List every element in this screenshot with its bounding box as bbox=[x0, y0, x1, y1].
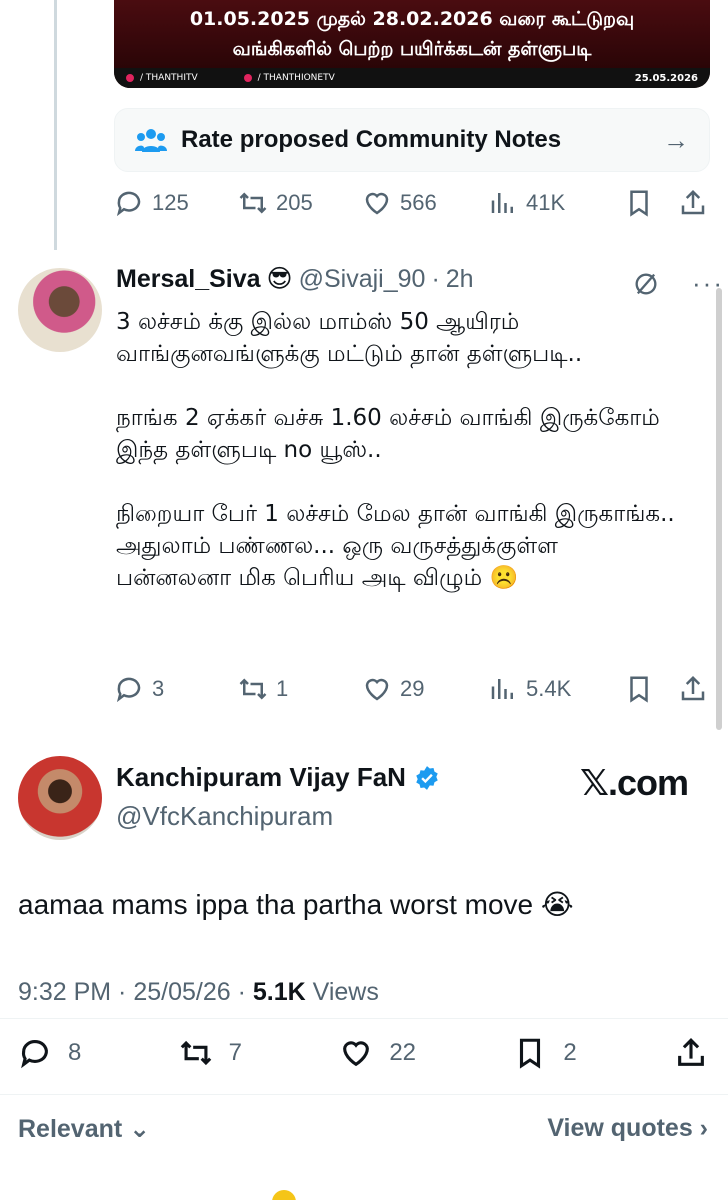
repost-count: 205 bbox=[276, 190, 313, 215]
reply-icon bbox=[116, 191, 141, 217]
main-author-handle[interactable]: @VfcKanchipuram bbox=[116, 801, 440, 832]
reply-sort-row: Relevant ⌄ View quotes › bbox=[18, 1114, 708, 1144]
like-button[interactable]: 566 bbox=[362, 188, 488, 218]
main-action-bar: 8 7 22 2 bbox=[18, 1036, 708, 1070]
reply-text: 3 லச்சம் க்கு இல்ல மாம்ஸ் 50 ஆயிரம் வாங்… bbox=[116, 309, 675, 591]
reply-top-icons: ··· bbox=[632, 268, 724, 299]
divider bbox=[0, 1018, 728, 1019]
divider bbox=[0, 1094, 728, 1095]
share-icon bbox=[678, 1038, 704, 1066]
tweet-time[interactable]: 9:32 PM · 25/05/26 · bbox=[18, 978, 253, 1006]
tweet-meta: 9:32 PM · 25/05/26 · 5.1K Views bbox=[18, 978, 379, 1007]
footer-handle-mid: / THANTHIONETV bbox=[257, 73, 335, 83]
reply-button[interactable]: 8 bbox=[18, 1036, 81, 1070]
heart-icon bbox=[365, 678, 389, 701]
like-count: 566 bbox=[400, 190, 437, 215]
views-icon bbox=[491, 679, 513, 699]
repost-button[interactable]: 7 bbox=[179, 1036, 242, 1070]
share-button[interactable] bbox=[678, 188, 708, 218]
x-watermark: 𝕏.com bbox=[580, 762, 689, 803]
quoted-action-bar: 125 205 566 41K bbox=[114, 188, 710, 218]
news-image[interactable]: 01.05.2025 முதல் 28.02.2026 வரை கூட்டுறவ… bbox=[114, 0, 710, 88]
reply-author-name[interactable]: Mersal_Siva bbox=[116, 265, 261, 294]
views-icon bbox=[491, 193, 513, 213]
thread-connector-line bbox=[54, 0, 57, 250]
views-count: 41K bbox=[526, 190, 566, 215]
bookmark-button[interactable] bbox=[624, 674, 678, 704]
bookmark-icon bbox=[630, 190, 648, 217]
repost-count: 7 bbox=[228, 1039, 243, 1066]
grok-icon[interactable] bbox=[632, 270, 660, 298]
bookmark-button[interactable] bbox=[624, 188, 678, 218]
repost-icon bbox=[239, 678, 267, 700]
reply-icon bbox=[21, 1040, 48, 1069]
youtube-icon bbox=[126, 74, 134, 82]
bookmark-icon bbox=[520, 1038, 541, 1069]
emoji-peek bbox=[272, 1190, 296, 1200]
views-label: Views bbox=[305, 978, 379, 1006]
news-headline-line1: 01.05.2025 முதல் 28.02.2026 வரை கூட்டுறவ… bbox=[189, 8, 635, 30]
reply-count: 8 bbox=[68, 1039, 82, 1066]
bookmark-button[interactable]: 2 bbox=[513, 1036, 577, 1070]
repost-button[interactable]: 1 bbox=[238, 674, 362, 704]
avatar[interactable] bbox=[18, 268, 102, 352]
bookmark-icon bbox=[630, 676, 648, 703]
view-quotes-link[interactable]: View quotes › bbox=[547, 1114, 708, 1144]
sort-dropdown[interactable]: Relevant ⌄ bbox=[18, 1114, 150, 1144]
reply-action-bar: 3 1 29 5.4K bbox=[114, 674, 710, 704]
heart-icon bbox=[343, 1041, 370, 1067]
like-count: 29 bbox=[400, 676, 425, 701]
reply-count: 3 bbox=[152, 676, 165, 701]
repost-icon bbox=[180, 1040, 211, 1066]
separator-dot: · bbox=[431, 264, 440, 293]
repost-button[interactable]: 205 bbox=[238, 188, 362, 218]
share-icon bbox=[681, 675, 705, 701]
repost-icon bbox=[239, 192, 267, 214]
community-notes-label: Rate proposed Community Notes bbox=[181, 126, 562, 153]
main-tweet-text: aamaa mams ippa tha partha worst move 😭 bbox=[18, 889, 574, 920]
news-image-footer: / THANTHITV / THANTHIONETV 25.05.2026 bbox=[114, 68, 710, 88]
reply-author-handle[interactable]: @Sivaji_90 bbox=[299, 265, 426, 294]
bookmark-count: 2 bbox=[563, 1039, 577, 1066]
scrollbar[interactable] bbox=[716, 288, 722, 730]
community-notes-button[interactable]: Rate proposed Community Notes → bbox=[114, 108, 710, 172]
footer-handle-left: / THANTHITV bbox=[140, 73, 198, 83]
news-headline-line2: வங்கிகளில் பெற்ற பயிர்க்கடன் தள்ளுபடி bbox=[232, 38, 592, 60]
reply-count: 125 bbox=[152, 190, 189, 215]
views-count: 5.4K bbox=[526, 676, 572, 701]
avatar[interactable] bbox=[18, 756, 102, 840]
like-button[interactable]: 22 bbox=[339, 1036, 416, 1070]
verified-badge-icon bbox=[416, 765, 438, 790]
main-author-name[interactable]: Kanchipuram Vijay FaN bbox=[116, 762, 406, 793]
reply-icon bbox=[116, 677, 141, 703]
youtube-icon bbox=[243, 74, 252, 82]
views-button[interactable]: 41K bbox=[488, 188, 624, 218]
arrow-right-icon: → bbox=[663, 124, 689, 155]
views-button[interactable]: 5.4K bbox=[488, 674, 624, 704]
people-icon bbox=[135, 129, 167, 152]
sunglasses-emoji: 😎 bbox=[266, 265, 293, 293]
share-button[interactable] bbox=[678, 674, 708, 704]
main-tweet-header: Kanchipuram Vijay FaN @VfcKanchipuram bbox=[116, 762, 440, 832]
repost-count: 1 bbox=[276, 676, 289, 701]
reply-button[interactable]: 3 bbox=[114, 674, 238, 704]
share-icon bbox=[681, 189, 705, 215]
reply-header: Mersal_Siva 😎 @Sivaji_90 · 2h bbox=[116, 264, 474, 294]
news-date: 25.05.2026 bbox=[634, 72, 698, 84]
like-count: 22 bbox=[389, 1039, 417, 1066]
heart-icon bbox=[365, 192, 389, 215]
reply-button[interactable]: 125 bbox=[114, 188, 238, 218]
share-button[interactable] bbox=[674, 1036, 708, 1070]
like-button[interactable]: 29 bbox=[362, 674, 488, 704]
reply-timestamp[interactable]: 2h bbox=[446, 265, 474, 294]
views-count: 5.1K bbox=[252, 978, 306, 1006]
